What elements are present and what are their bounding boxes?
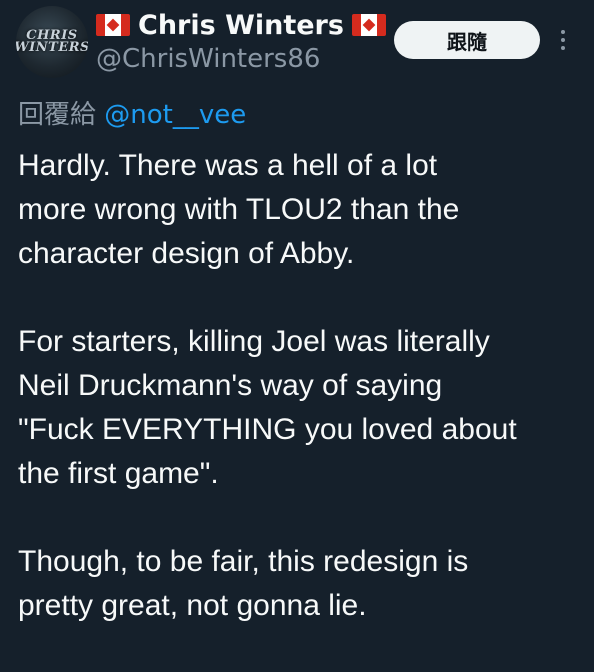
follow-button-label: 跟隨 [447,29,487,54]
more-dot [561,30,565,34]
reply-mention-link[interactable]: @not__vee [104,100,246,130]
more-dot [561,38,565,42]
tweet-line: Neil Druckmann's way of saying [18,369,443,402]
tweet-line: pretty great, not gonna lie. [18,589,367,622]
tweet-line: more wrong with TLOU2 than the [18,193,460,226]
canada-flag-icon [96,14,130,36]
tweet-line: Hardly. There was a hell of a lot [18,149,438,182]
more-dots-icon[interactable] [553,26,573,54]
tweet-line: Though, to be fair, this redesign is [18,545,469,578]
author-name-row[interactable]: Chris Winters [96,8,386,42]
avatar[interactable]: CHRIS WINTERS [16,6,88,78]
author-handle[interactable]: @ChrisWinters86 [96,44,320,74]
tweet-line: character design of Abby. [18,237,355,270]
canada-flag-icon [351,14,386,36]
tweet-paragraph: Hardly. There was a hell of a lot more w… [18,144,584,276]
tweet-paragraph: For starters, killing Joel was literally… [18,320,584,496]
tweet-line: "Fuck EVERYTHING you loved about [18,413,517,446]
follow-button[interactable]: 跟隨 [394,21,540,59]
tweet-text: Hardly. There was a hell of a lot more w… [18,144,584,672]
tweet-paragraph: Though, to be fair, this redesign is pre… [18,540,584,628]
reply-context: 回覆給 @not__vee [18,94,246,131]
tweet-line: the first game". [18,457,219,490]
author-display-name[interactable]: Chris Winters [138,10,344,41]
reply-prefix: 回覆給 [18,100,97,130]
more-dot [561,46,565,50]
avatar-text-line-2: WINTERS [16,40,88,55]
tweet-line: For starters, killing Joel was literally [18,325,490,358]
